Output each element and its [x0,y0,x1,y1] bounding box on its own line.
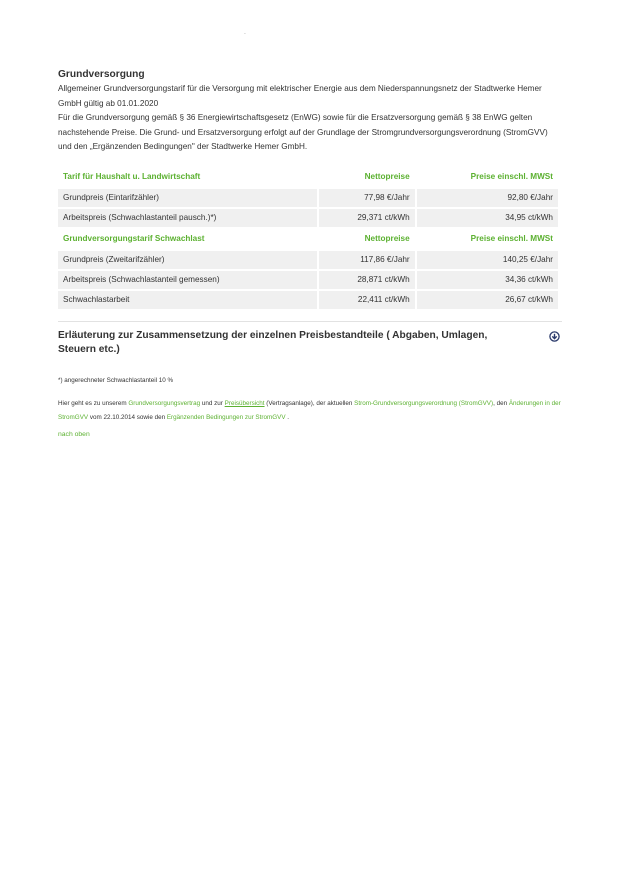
table-cell: Grundpreis (Eintarifzähler) [58,188,317,207]
table-cell: 77,98 €/Jahr [318,188,415,207]
table-header-row: Tarif für Haushalt u. Landwirtschaft Net… [58,166,558,187]
text-segment: , den [493,399,509,407]
accordion-title[interactable]: Erläuterung zur Zusammensetzung der einz… [58,329,528,357]
table-cell: Arbeitspreis (Schwachlastanteil pausch.)… [58,208,317,227]
table-row: Grundpreis (Eintarifzähler) 77,98 €/Jahr… [58,188,558,207]
content-area: Grundversorgung Allgemeiner Grundversorg… [58,30,562,441]
table-header-cell: Preise einschl. MWSt [416,166,558,187]
table-row: Grundpreis (Zweitarifzähler) 117,86 €/Ja… [58,250,558,269]
table-row: Arbeitspreis (Schwachlastanteil pausch.)… [58,208,558,227]
table-cell: 28,871 ct/kWh [318,270,415,289]
stromgvv-link[interactable]: Strom-Grundversorgungsverordnung (StromG… [354,400,493,407]
legal-basis-text: Für die Grundversorgung gemäß § 36 Energ… [58,113,548,151]
preisuebersicht-link[interactable]: Preisübersicht [225,400,265,407]
price-components-accordion[interactable]: Erläuterung zur Zusammensetzung der einz… [58,320,562,357]
page-title: Grundversorgung [58,69,145,80]
table-cell: 34,95 ct/kWh [416,208,558,227]
supplementary-conditions-link[interactable]: Ergänzenden Bedingungen zur StromGVV [167,414,286,421]
table-cell: 22,411 ct/kWh [318,290,415,309]
circle-arrow-down-icon[interactable] [549,329,560,342]
table-row: Schwachlastarbeit 22,411 ct/kWh 26,67 ct… [58,290,558,309]
footnote: *) angerechneter Schwachlastanteil 10 % [58,376,174,384]
table-cell: 140,25 €/Jahr [416,250,558,269]
price-table: Tarif für Haushalt u. Landwirtschaft Net… [56,165,560,311]
table-row: Arbeitspreis (Schwachlastanteil gemessen… [58,270,558,289]
text-segment: vom 22.10.2014 sowie den [88,413,167,421]
table-cell: 92,80 €/Jahr [416,188,558,207]
table-cell: 34,36 ct/kWh [416,270,558,289]
text-segment: . [285,413,290,421]
table-header-cell: Tarif für Haushalt u. Landwirtschaft [58,166,317,187]
text-segment: Hier geht es zu unserem [58,399,129,407]
table-header-row: Grundversorgungstarif Schwachlast Nettop… [58,228,558,249]
table-header-cell: Preise einschl. MWSt [416,228,558,249]
table-cell: 29,371 ct/kWh [318,208,415,227]
back-to-top-link[interactable]: nach oben [58,431,90,438]
documents-links-text: Hier geht es zu unserem Grundversorgungs… [58,397,562,425]
table-cell: Schwachlastarbeit [58,290,317,309]
back-to-top-container: nach oben [58,429,562,441]
table-cell: Arbeitspreis (Schwachlastanteil gemessen… [58,270,317,289]
table-header-cell: Grundversorgungstarif Schwachlast [58,228,317,249]
tariff-intro-text: Allgemeiner Grundversorgungstarif für di… [58,84,542,108]
table-cell: 26,67 ct/kWh [416,290,558,309]
table-cell: 117,86 €/Jahr [318,250,415,269]
text-segment: (Vertragsanlage), der aktuellen [264,399,355,407]
table-header-cell: Nettopreise [318,166,415,187]
text-segment: und zur [200,399,225,407]
grundversorgungsvertrag-link[interactable]: Grundversorgungsvertrag [128,400,200,407]
table-cell: Grundpreis (Zweitarifzähler) [58,250,317,269]
table-header-cell: Nettopreise [318,228,415,249]
